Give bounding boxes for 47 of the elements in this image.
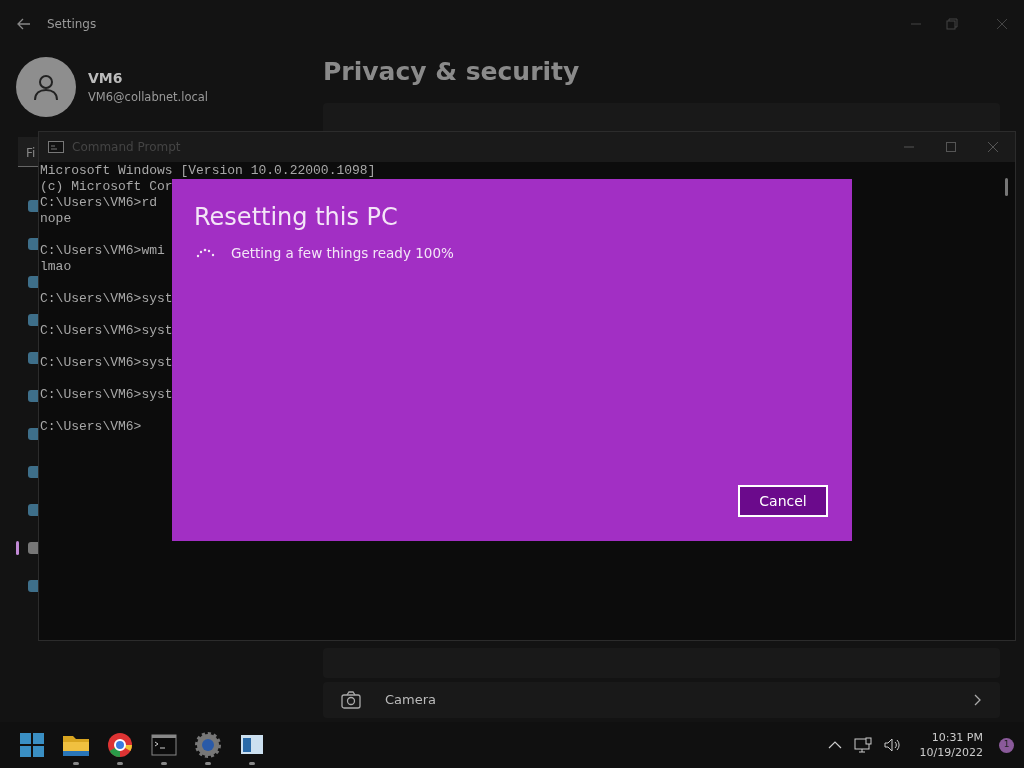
console-line: C:\Users\VM6> <box>39 419 142 435</box>
console-line: C:\Users\VM6>syst <box>39 355 173 371</box>
console-line: (c) Microsoft Cor <box>39 179 173 195</box>
person-icon <box>32 73 60 101</box>
speaker-icon[interactable] <box>883 737 902 753</box>
chevron-up-icon[interactable] <box>827 740 842 750</box>
sidebar-icon[interactable] <box>28 390 38 402</box>
row-label: Camera <box>385 690 437 709</box>
network-icon[interactable] <box>853 737 872 753</box>
chevron-right-icon <box>974 693 982 706</box>
user-email: VM6@collabnet.local <box>88 88 209 106</box>
spinner-icon <box>196 248 215 259</box>
window-title: Settings <box>47 16 97 33</box>
console-line: Microsoft Windows [Version 10.0.22000.1098] <box>39 163 376 179</box>
sidebar-icon[interactable] <box>28 276 38 288</box>
sidebar-icon[interactable] <box>28 352 38 364</box>
console-icon <box>48 141 64 153</box>
user-name: VM6 <box>88 68 124 88</box>
close-icon[interactable] <box>987 141 999 153</box>
sidebar-icon[interactable] <box>28 542 38 554</box>
settings-row[interactable]: Camera <box>323 681 1000 718</box>
console-line: C:\Users\VM6>wmi <box>39 243 165 259</box>
console-line: C:\Users\VM6>rd <box>39 195 158 211</box>
sidebar-icon[interactable] <box>28 428 38 440</box>
status-text: Getting a few things ready 100% <box>231 244 454 263</box>
console-line: C:\Users\VM6>syst <box>39 323 173 339</box>
sidebar-icon[interactable] <box>28 238 38 250</box>
back-arrow-icon[interactable] <box>17 18 31 30</box>
console-line: C:\Users\VM6>syst <box>39 291 173 307</box>
console-line: C:\Users\VM6>syst <box>39 387 173 403</box>
maximize-icon[interactable] <box>945 141 957 153</box>
close-icon[interactable] <box>996 18 1008 30</box>
cancel-button[interactable]: Cancel <box>738 485 828 517</box>
sidebar-icon[interactable] <box>28 580 38 592</box>
camera-icon <box>341 690 361 709</box>
page-title: Privacy & security <box>323 56 581 88</box>
console-line: nope <box>39 211 72 227</box>
clock[interactable]: 10:31 PM 10/19/2022 <box>919 730 983 760</box>
dialog-title: Resetting this PC <box>193 202 399 233</box>
scrollbar-thumb[interactable] <box>1005 178 1008 196</box>
sidebar-icon[interactable] <box>28 504 38 516</box>
console-line: lmao <box>39 259 72 275</box>
restore-icon[interactable] <box>946 18 958 30</box>
sidebar-icon[interactable] <box>28 466 38 478</box>
search-field[interactable]: Fi <box>18 137 38 167</box>
sidebar-icon[interactable] <box>28 314 38 326</box>
sidebar-icon[interactable] <box>28 200 38 212</box>
